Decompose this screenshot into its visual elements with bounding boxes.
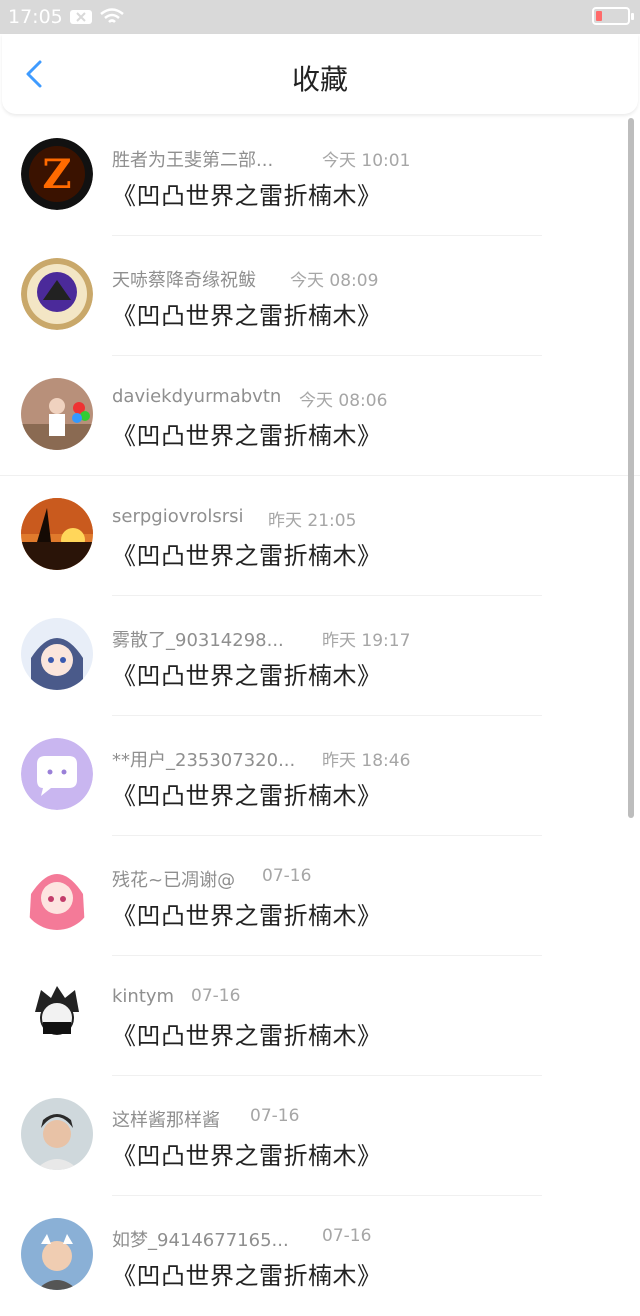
user-name: serpgiovrolsrsi (112, 506, 244, 527)
notification-icon (69, 8, 93, 26)
svg-text:Z: Z (42, 151, 71, 198)
list-item[interactable]: 雾散了_90314298... 昨天 19:17 《凹凸世界之雷折楠木》 (0, 596, 640, 716)
user-name: 这样酱那样酱 (112, 1110, 220, 1131)
item-content: 《凹凸世界之雷折楠木》 (112, 782, 382, 810)
user-name: 雾散了_90314298... (112, 630, 284, 651)
timestamp: 07-16 (191, 986, 241, 1006)
user-name: **用户_235307320... (112, 750, 296, 771)
list-item[interactable]: daviekdyurmabvtn 今天 08:06 《凹凸世界之雷折楠木》 (0, 356, 640, 476)
favorites-list: Z 胜者为王斐第二部... 今天 10:01 《凹凸世界之雷折楠木》 天哧蔡降奇… (0, 116, 640, 1316)
list-item[interactable]: 如梦_9414677165... 07-16 《凹凸世界之雷折楠木》 (0, 1196, 640, 1316)
user-name: 如梦_9414677165... (112, 1230, 289, 1251)
user-name: kintym (112, 986, 175, 1007)
wifi-icon (99, 7, 125, 27)
avatar[interactable] (21, 618, 93, 690)
avatar[interactable] (21, 258, 93, 330)
list-item[interactable]: 天哧蔡降奇缘祝鲅 今天 08:09 《凹凸世界之雷折楠木》 (0, 236, 640, 356)
item-content: 《凹凸世界之雷折楠木》 (112, 662, 382, 690)
status-bar: 17:05 (0, 0, 640, 34)
list-item[interactable]: Z 胜者为王斐第二部... 今天 10:01 《凹凸世界之雷折楠木》 (0, 116, 640, 236)
avatar[interactable] (21, 738, 93, 810)
timestamp: 今天 08:09 (290, 271, 379, 291)
avatar[interactable] (21, 1218, 93, 1290)
item-content: 《凹凸世界之雷折楠木》 (112, 182, 382, 210)
item-content: 《凹凸世界之雷折楠木》 (112, 902, 382, 930)
scrollbar[interactable] (628, 118, 634, 818)
timestamp: 今天 08:06 (299, 391, 388, 411)
avatar[interactable] (21, 1098, 93, 1170)
item-content: 《凹凸世界之雷折楠木》 (112, 1022, 382, 1050)
avatar[interactable]: Z (21, 138, 93, 210)
avatar[interactable] (21, 858, 93, 930)
timestamp: 昨天 21:05 (268, 511, 357, 531)
timestamp: 昨天 18:46 (322, 751, 411, 771)
timestamp: 07-16 (322, 1226, 372, 1246)
page-title: 收藏 (291, 63, 348, 96)
timestamp: 昨天 19:17 (322, 631, 411, 651)
user-name: 胜者为王斐第二部... (112, 150, 274, 171)
timestamp: 07-16 (250, 1106, 300, 1126)
item-content: 《凹凸世界之雷折楠木》 (112, 302, 382, 330)
item-content: 《凹凸世界之雷折楠木》 (112, 1142, 382, 1170)
avatar[interactable] (21, 498, 93, 570)
list-item[interactable]: 残花~已凋谢@ 07-16 《凹凸世界之雷折楠木》 (0, 836, 640, 956)
timestamp: 今天 10:01 (322, 151, 411, 171)
user-name: daviekdyurmabvtn (112, 386, 282, 407)
item-content: 《凹凸世界之雷折楠木》 (112, 1262, 382, 1290)
user-name: 天哧蔡降奇缘祝鲅 (112, 270, 256, 291)
list-item[interactable]: serpgiovrolsrsi 昨天 21:05 《凹凸世界之雷折楠木》 (0, 476, 640, 596)
item-content: 《凹凸世界之雷折楠木》 (112, 422, 382, 450)
timestamp: 07-16 (262, 866, 312, 886)
avatar[interactable] (21, 978, 93, 1050)
avatar[interactable] (21, 378, 93, 450)
nav-header: 收藏 (2, 34, 638, 114)
list-item[interactable]: kintym 07-16 《凹凸世界之雷折楠木》 (0, 956, 640, 1076)
battery-icon (592, 7, 634, 25)
list-item[interactable]: **用户_235307320... 昨天 18:46 《凹凸世界之雷折楠木》 (0, 716, 640, 836)
item-content: 《凹凸世界之雷折楠木》 (112, 542, 382, 570)
user-name: 残花~已凋谢@ (112, 870, 236, 891)
status-time: 17:05 (8, 6, 63, 28)
list-item[interactable]: 这样酱那样酱 07-16 《凹凸世界之雷折楠木》 (0, 1076, 640, 1196)
